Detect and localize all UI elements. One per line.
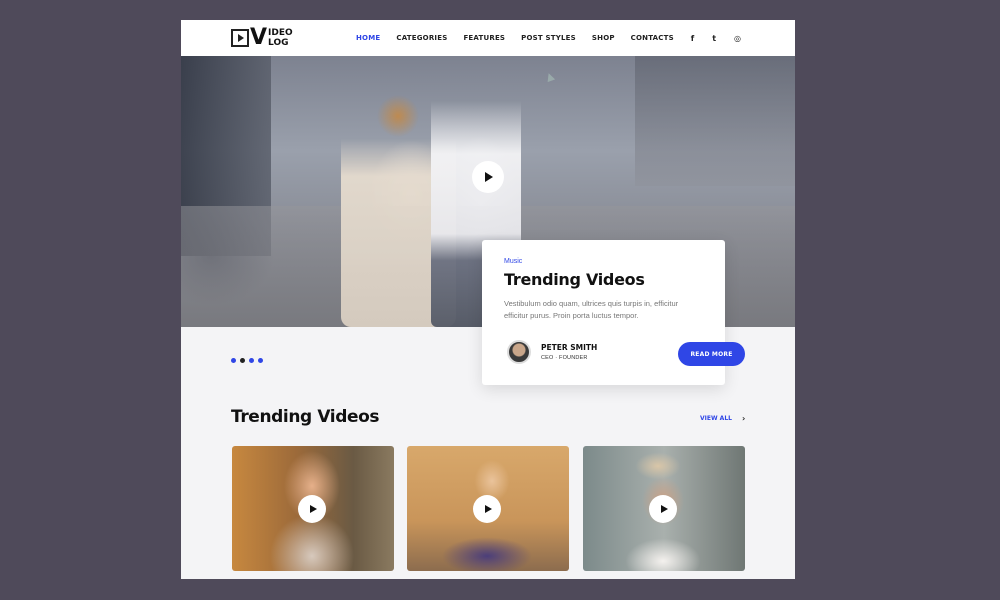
view-all-label: VIEW ALL	[700, 415, 732, 422]
nav-home[interactable]: HOME	[356, 34, 380, 42]
nav-post-styles[interactable]: POST STYLES	[521, 34, 576, 42]
author-role: CEO · FOUNDER	[541, 355, 588, 361]
social-links: f t ◎	[691, 20, 741, 56]
slider-dots	[231, 358, 263, 363]
section-title: Trending Videos	[231, 407, 380, 427]
slider-dot[interactable]	[258, 358, 263, 363]
play-icon	[485, 172, 493, 182]
play-icon	[660, 505, 668, 513]
slider-dot[interactable]	[231, 358, 236, 363]
logo-play-icon	[231, 29, 249, 47]
nav-contacts[interactable]: CONTACTS	[631, 34, 674, 42]
view-all-link[interactable]: VIEW ALL ›	[700, 414, 745, 423]
play-icon	[484, 505, 492, 513]
slider-dot[interactable]	[249, 358, 254, 363]
post-author: PETER SMITH CEO · FOUNDER	[507, 340, 597, 364]
logo-text: IDEO LOG	[268, 28, 293, 48]
hero-background-building	[635, 56, 795, 186]
header: V IDEO LOG HOME CATEGORIES FEATURES POST…	[181, 20, 795, 56]
logo[interactable]: V IDEO LOG	[231, 27, 293, 49]
video-thumbnail[interactable]	[407, 446, 569, 571]
main-nav: HOME CATEGORIES FEATURES POST STYLES SHO…	[356, 20, 690, 56]
logo-line1: IDEO	[268, 28, 293, 38]
play-icon	[309, 505, 317, 513]
post-title[interactable]: Trending Videos	[504, 270, 645, 289]
slider-dot-active[interactable]	[240, 358, 245, 363]
video-thumbnail[interactable]	[232, 446, 394, 571]
play-button[interactable]	[473, 495, 501, 523]
author-info: PETER SMITH CEO · FOUNDER	[541, 343, 597, 361]
chevron-right-icon: ›	[741, 414, 746, 423]
page: V IDEO LOG HOME CATEGORIES FEATURES POST…	[181, 20, 795, 579]
post-excerpt: Vestibulum odio quam, ultrices quis turp…	[504, 299, 679, 320]
instagram-icon[interactable]: ◎	[734, 34, 741, 43]
nav-categories[interactable]: CATEGORIES	[396, 34, 447, 42]
hero-play-button[interactable]	[472, 161, 504, 193]
nav-shop[interactable]: SHOP	[592, 34, 615, 42]
play-button[interactable]	[649, 495, 677, 523]
post-category[interactable]: Music	[504, 258, 522, 265]
hero-post-card: Music Trending Videos Vestibulum odio qu…	[482, 240, 745, 385]
logo-line2: LOG	[268, 38, 289, 48]
logo-mark: V	[250, 25, 268, 50]
play-button[interactable]	[298, 495, 326, 523]
video-thumbnail[interactable]	[583, 446, 745, 571]
twitter-icon[interactable]: t	[712, 34, 716, 43]
nav-features[interactable]: FEATURES	[463, 34, 505, 42]
read-more-button[interactable]: READ MORE	[678, 342, 745, 366]
facebook-icon[interactable]: f	[691, 34, 694, 43]
avatar	[507, 340, 531, 364]
author-name: PETER SMITH	[541, 343, 598, 352]
